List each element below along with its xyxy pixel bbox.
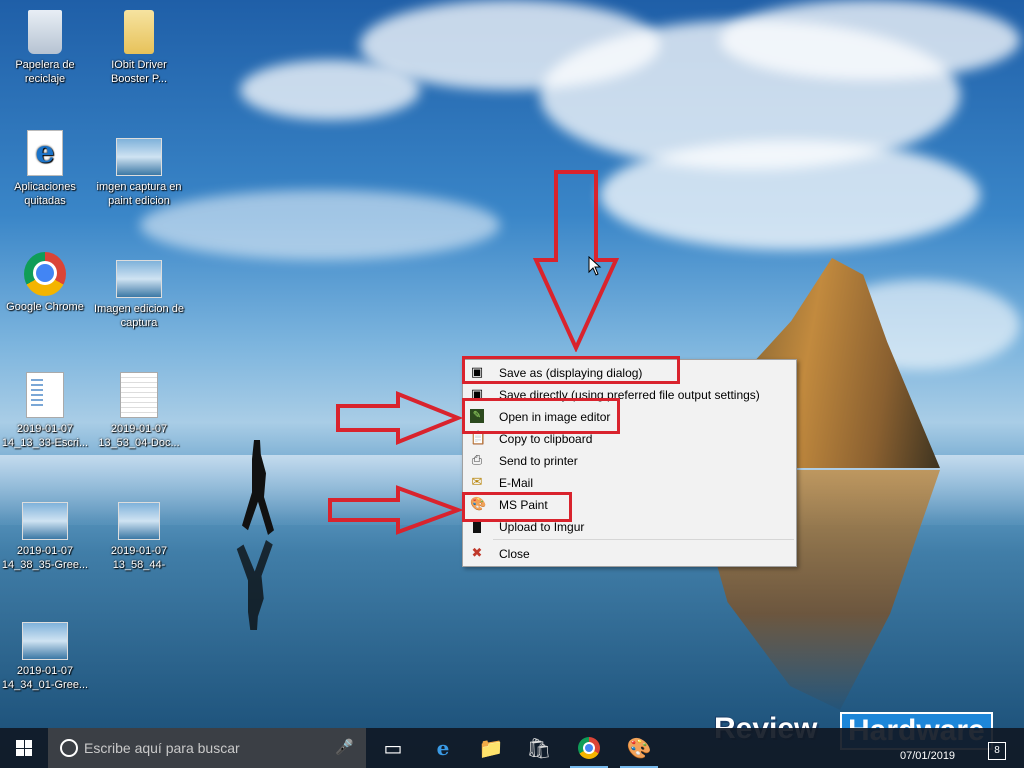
edge-shortcut-icon: e	[27, 130, 63, 176]
desktop-icon-label: Papelera de reciclaje	[15, 59, 75, 85]
chrome-icon	[24, 252, 66, 296]
desktop-icon-label: 2019-01-07 13_53_04-Doc...	[98, 423, 180, 449]
desktop-icon-recycle-bin[interactable]: Papelera de reciclaje	[0, 10, 90, 86]
desktop-icon-aplicaciones[interactable]: e Aplicaciones quitadas	[0, 130, 90, 208]
desktop-icon-screenshot-1[interactable]: 2019-01-07 14_13_33-Escri...	[0, 372, 90, 450]
file-explorer-icon[interactable]: 📁	[468, 728, 514, 768]
menu-item-label: Send to printer	[499, 454, 578, 468]
cortana-icon	[60, 739, 78, 757]
highlight-save-as	[462, 356, 680, 384]
right-arrow-icon	[328, 485, 462, 535]
taskbar: Escribe aquí para buscar 🎤 ▭ e 📁 🛍 🎨 07/…	[0, 728, 1024, 768]
menu-item-label: Close	[499, 547, 530, 561]
desktop-icon-label: imgen captura en paint edicion	[96, 181, 182, 207]
desktop-icon-label: 2019-01-07 13_58_44-	[110, 545, 168, 571]
taskbar-date[interactable]: 07/01/2019	[900, 750, 955, 762]
email-icon: ✉	[471, 474, 483, 489]
search-placeholder: Escribe aquí para buscar	[84, 740, 240, 756]
desktop-icon-label: Google Chrome	[6, 301, 84, 313]
desktop-icon-screenshot-4[interactable]: 2019-01-07 13_58_44-	[94, 494, 184, 572]
store-icon[interactable]: 🛍	[516, 728, 562, 768]
desktop-icon-imagen-edicion[interactable]: Imagen edicion de captura	[94, 252, 184, 330]
close-icon: ✖	[471, 545, 483, 560]
desktop-icon-screenshot-2[interactable]: 2019-01-07 13_53_04-Doc...	[94, 372, 184, 450]
chrome-icon[interactable]	[566, 728, 612, 768]
desktop-icon-label: 2019-01-07 14_34_01-Gree...	[1, 665, 89, 691]
desktop-icon-screenshot-3[interactable]: 2019-01-07 14_38_35-Gree...	[0, 494, 90, 572]
mouse-cursor-icon	[588, 256, 602, 276]
menu-item-label: Upload to Imgur	[499, 520, 585, 534]
image-file-icon	[22, 622, 68, 660]
right-arrow-icon	[336, 391, 462, 445]
desktop-icon-label: 2019-01-07 14_38_35-Gree...	[1, 545, 89, 571]
image-file-icon	[22, 502, 68, 540]
desktop-icon-screenshot-5[interactable]: 2019-01-07 14_34_01-Gree...	[0, 614, 90, 692]
task-view-icon[interactable]: ▭	[370, 728, 416, 768]
desktop-icon-label: Aplicaciones quitadas	[14, 181, 76, 207]
folder-icon	[124, 10, 154, 54]
screenshot-file-icon	[26, 372, 64, 418]
highlight-ms-paint	[462, 492, 572, 522]
image-file-icon	[116, 138, 162, 176]
desktop-icon-label: 2019-01-07 14_13_33-Escri...	[1, 423, 89, 449]
notification-center-icon[interactable]: 8	[988, 742, 1006, 760]
recycle-bin-icon	[28, 10, 62, 54]
desktop-icon-imgen-captura[interactable]: imgen captura en paint edicion	[94, 130, 184, 208]
start-button[interactable]	[0, 728, 48, 768]
printer-icon: ⎙	[471, 452, 483, 467]
image-file-icon	[118, 502, 160, 540]
edge-icon[interactable]: e	[420, 728, 466, 768]
highlight-open-in-image-editor	[462, 398, 620, 434]
image-file-icon	[116, 260, 162, 298]
menu-separator	[493, 539, 794, 540]
menu-item-label: E-Mail	[499, 476, 534, 490]
taskbar-search-box[interactable]: Escribe aquí para buscar 🎤	[48, 728, 366, 768]
menu-item-label: Copy to clipboard	[499, 432, 593, 446]
windows-logo-icon	[16, 740, 32, 756]
screenshot-file-icon	[120, 372, 158, 418]
paint-icon[interactable]: 🎨	[616, 728, 662, 768]
context-menu: ▣ Save as (displaying dialog) ▣ Save dir…	[462, 359, 797, 567]
down-arrow-icon	[532, 170, 620, 352]
desktop-icon-label: IObit Driver Booster P...	[110, 59, 168, 85]
menu-item-email[interactable]: ✉ E-Mail	[463, 472, 796, 494]
notification-count: 8	[994, 745, 1000, 756]
menu-item-close[interactable]: ✖ Close	[463, 543, 796, 565]
desktop-icon-google-chrome[interactable]: Google Chrome	[0, 252, 90, 314]
desktop-icon-label: Imagen edicion de captura	[94, 303, 184, 329]
microphone-icon[interactable]: 🎤	[335, 738, 354, 756]
menu-item-send-to-printer[interactable]: ⎙ Send to printer	[463, 450, 796, 472]
desktop-icon-iobit[interactable]: IObit Driver Booster P...	[94, 10, 184, 86]
